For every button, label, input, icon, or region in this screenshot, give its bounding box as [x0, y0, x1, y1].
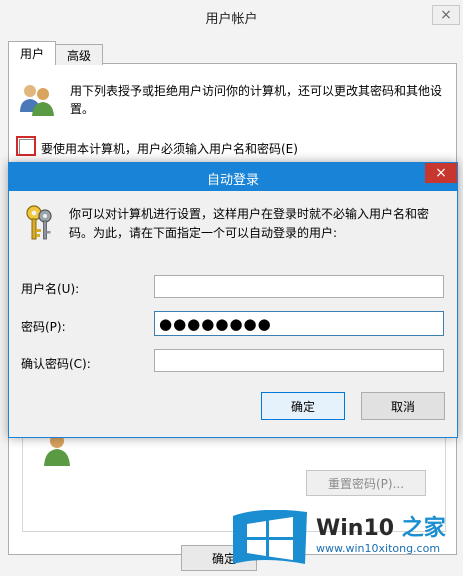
key-icon — [26, 205, 52, 240]
windows-logo-icon — [233, 510, 307, 564]
watermark-brand-suffix: 之家 — [401, 516, 446, 541]
users-icon — [20, 85, 54, 116]
watermark-url: www.win10xitong.com — [316, 542, 441, 555]
tab-users[interactable]: 用户 — [8, 41, 56, 64]
confirm-password-input[interactable] — [154, 349, 444, 372]
password-input[interactable] — [154, 311, 444, 336]
watermark-brand: Win10 之家 — [316, 510, 446, 542]
dialog-close-icon[interactable]: × — [425, 163, 457, 183]
confirm-password-label: 确认密码(C): — [21, 357, 91, 371]
dialog-description: 你可以对计算机进行设置，这样用户在登录时就不必输入用户名和密码。为此，请在下面指… — [69, 207, 430, 240]
user-accounts-description: 用下列表授予或拒绝用户访问你的计算机，还可以更改其密码和其他设置。 — [70, 84, 443, 116]
close-icon[interactable]: × — [432, 5, 460, 25]
username-label: 用户名(U): — [21, 282, 80, 296]
auto-logon-dialog: 自动登录 × 你可以对计算机进行设置，这样用户在登录时就不必输入用户名和密码。为… — [8, 162, 458, 438]
reset-password-button[interactable]: 重置密码(P)... — [306, 470, 426, 496]
username-input[interactable] — [154, 275, 444, 298]
password-label: 密码(P): — [21, 320, 66, 334]
checkbox-highlight-annotation — [16, 136, 36, 156]
tab-advanced[interactable]: 高级 — [55, 44, 103, 65]
must-enter-password-label[interactable]: 要使用本计算机，用户必须输入用户名和密码(E) — [41, 140, 298, 157]
watermark-brand-prefix: Win10 — [316, 516, 402, 541]
user-accounts-title: 用户帐户 — [205, 12, 258, 27]
cancel-button[interactable]: 取消 — [361, 392, 445, 420]
ok-button[interactable]: 确定 — [261, 392, 345, 420]
dialog-title: 自动登录 — [206, 173, 259, 188]
